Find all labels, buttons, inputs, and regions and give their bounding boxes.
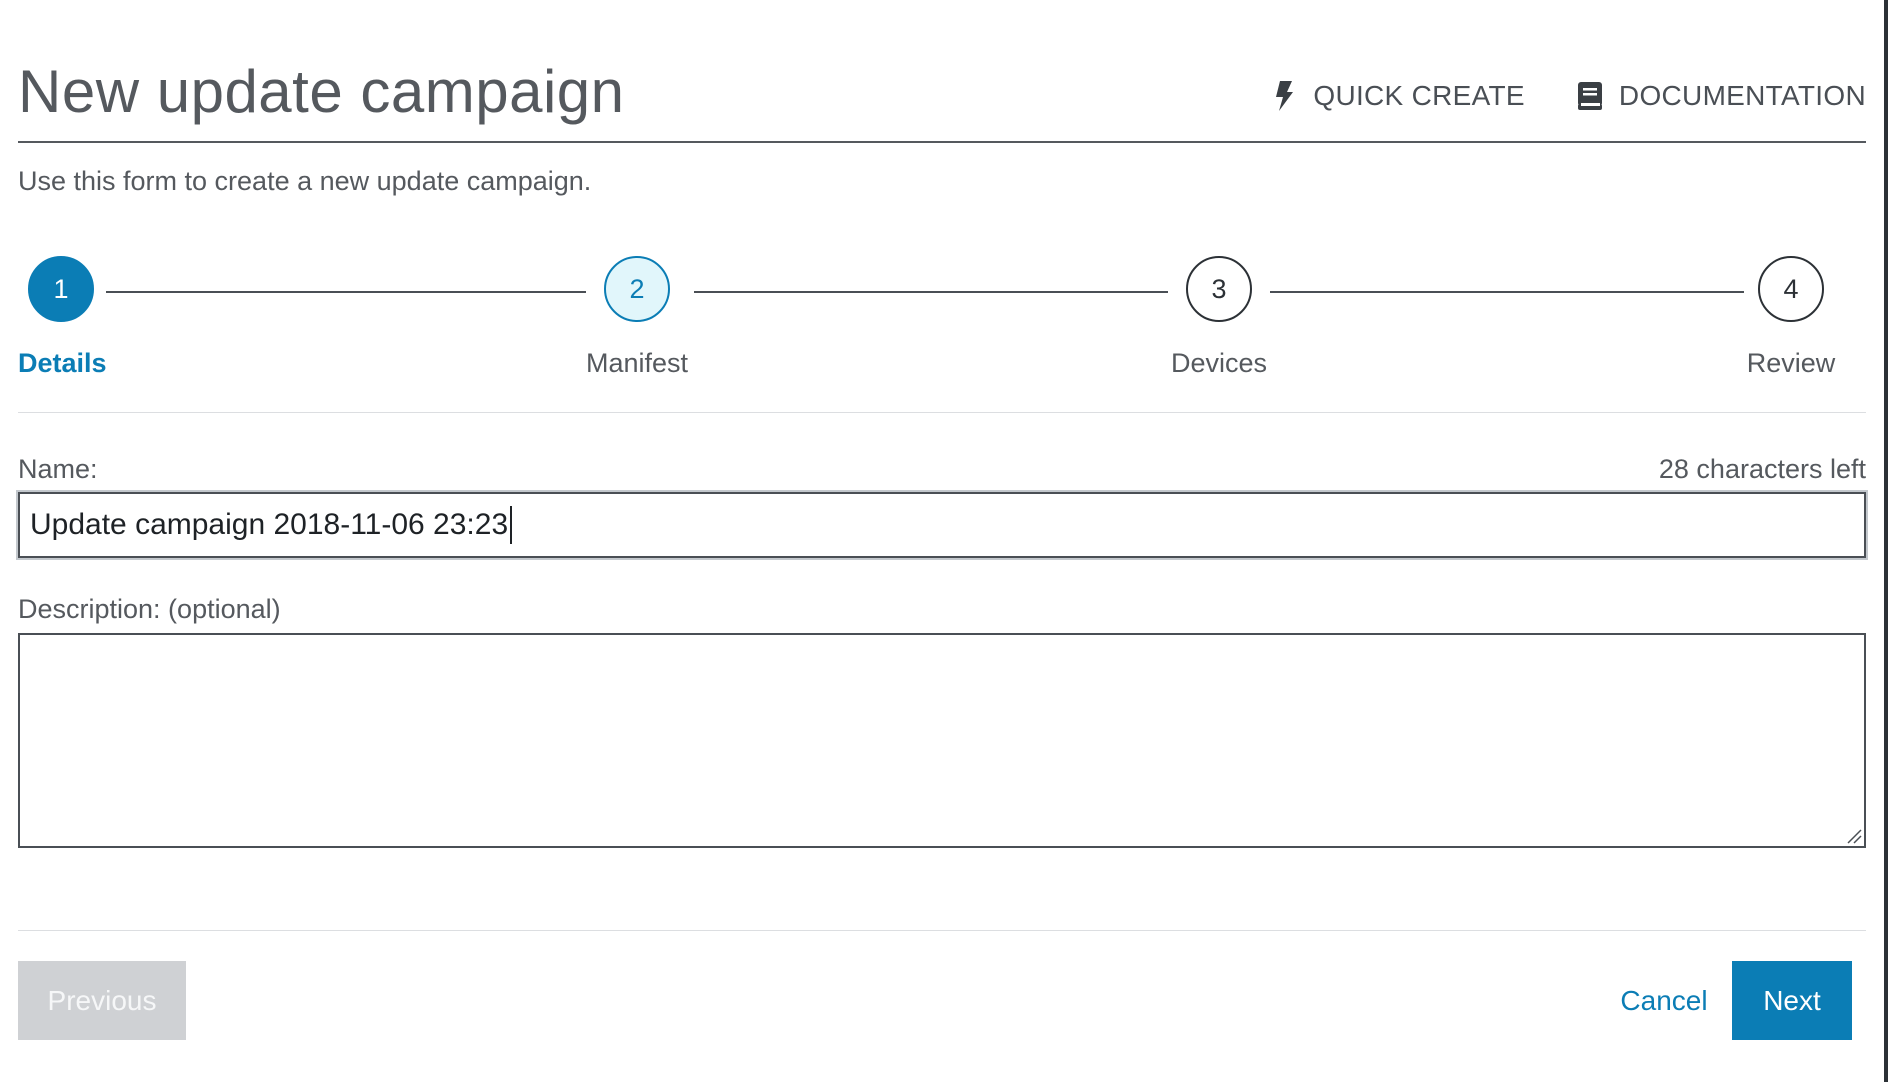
next-button[interactable]: Next [1732,961,1852,1040]
stepper-divider [18,412,1866,413]
step-connector [694,291,1168,293]
form-description: Use this form to create a new update cam… [18,166,592,196]
window-edge [1884,0,1888,1082]
documentation-label: DOCUMENTATION [1618,80,1866,111]
progress-stepper: 1 2 3 4 Details Manifest Devices Review [18,256,1866,386]
header-actions: QUICK CREATE DOCUMENTATION [1269,78,1866,114]
description-label: Description: (optional) [18,594,281,624]
description-textarea[interactable] [18,633,1866,848]
page-title: New update campaign [18,58,625,125]
cancel-button[interactable]: Cancel [1604,961,1724,1040]
name-char-counter: 28 characters left [1658,454,1866,484]
title-divider [18,141,1866,143]
step-2-indicator[interactable]: 2 [604,256,670,322]
step-1-indicator[interactable]: 1 [28,256,94,322]
step-connector [106,291,586,293]
quick-create-label: QUICK CREATE [1313,80,1525,111]
resize-handle-icon[interactable] [1844,826,1862,844]
name-input[interactable]: Update campaign 2018-11-06 23:23 [18,492,1866,558]
documentation-link[interactable]: DOCUMENTATION [1575,78,1866,114]
quick-create-link[interactable]: QUICK CREATE [1269,78,1525,114]
name-input-value: Update campaign 2018-11-06 23:23 [30,508,509,541]
step-1-label[interactable]: Details [18,346,107,380]
text-caret [510,506,513,544]
step-4-label[interactable]: Review [1747,346,1836,380]
step-connector [1270,291,1744,293]
step-3-indicator[interactable]: 3 [1186,256,1252,322]
previous-button[interactable]: Previous [18,961,186,1040]
lightning-icon [1269,80,1299,112]
step-4-indicator[interactable]: 4 [1758,256,1824,322]
step-2-label[interactable]: Manifest [586,346,688,380]
name-label: Name: [18,454,98,484]
step-3-label[interactable]: Devices [1171,346,1267,380]
footer-divider [18,930,1866,931]
book-icon [1575,80,1605,112]
campaign-form-page: New update campaign QUICK CREATE DOCUMEN… [18,0,1866,1082]
